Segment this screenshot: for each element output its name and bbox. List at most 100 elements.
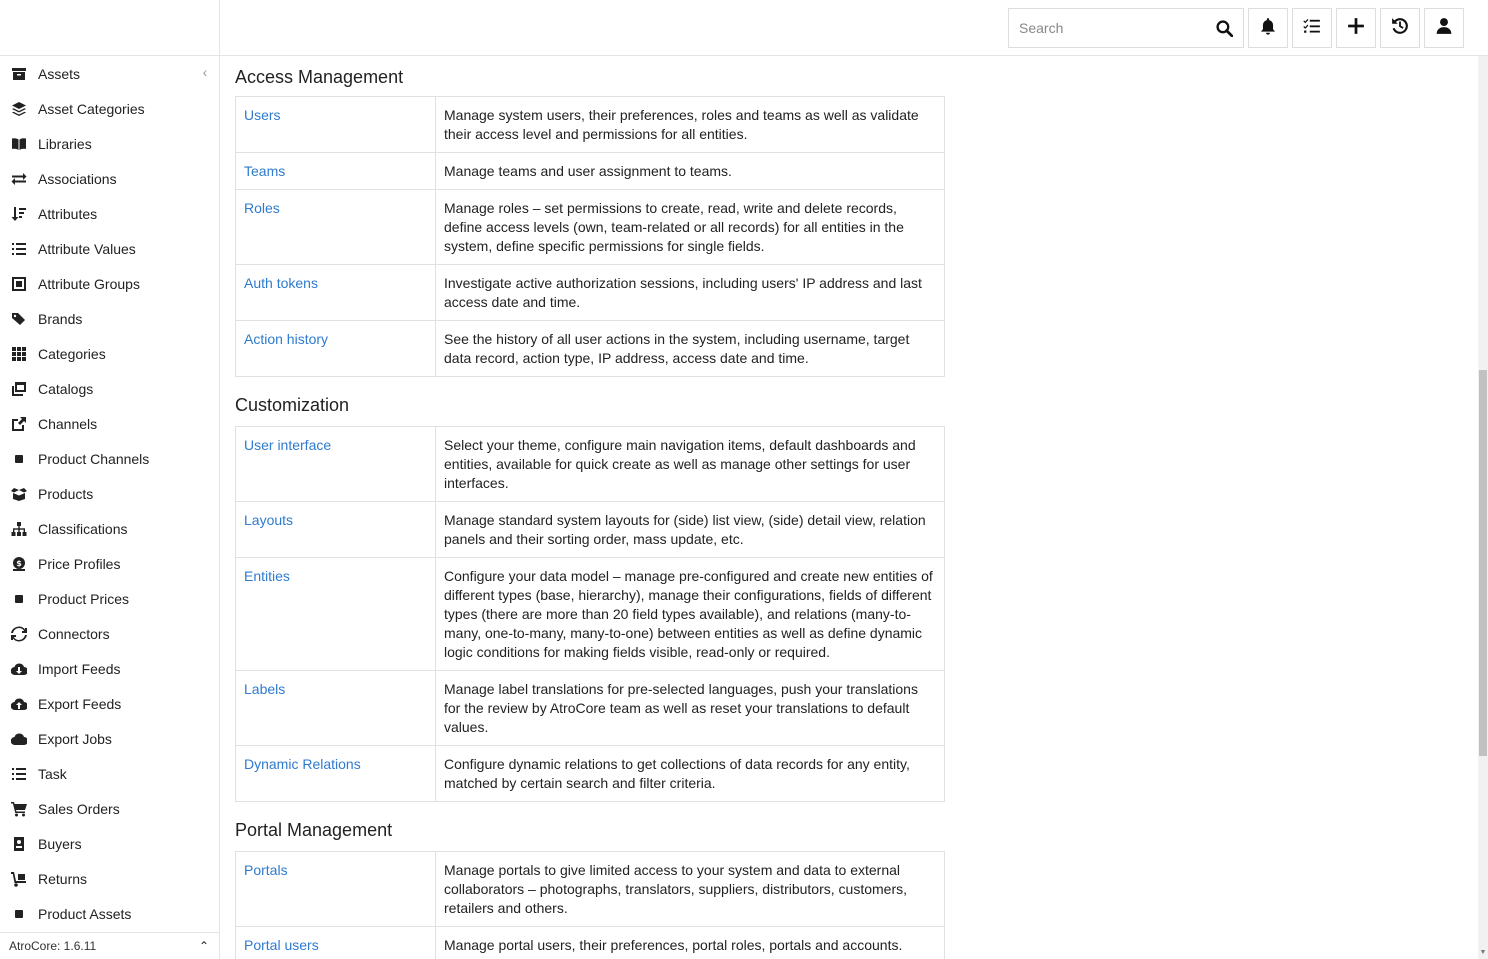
link-teams[interactable]: Teams	[244, 163, 285, 179]
link-action-history[interactable]: Action history	[244, 331, 328, 347]
link-users[interactable]: Users	[244, 107, 281, 123]
sidebar-item-attribute-values[interactable]: Attribute Values	[0, 231, 219, 266]
tasks-button[interactable]	[1292, 8, 1332, 48]
sidebar-item-attribute-groups[interactable]: Attribute Groups	[0, 266, 219, 301]
sidebar-item-label: Attributes	[38, 205, 98, 222]
scroll-down-arrow-icon[interactable]: ▼	[1479, 949, 1487, 957]
row-description: Manage standard system layouts for (side…	[435, 501, 945, 558]
sidebar-item-categories[interactable]: Categories	[0, 336, 219, 371]
link-labels[interactable]: Labels	[244, 681, 285, 697]
sidebar-item-label: Product Prices	[38, 590, 130, 607]
sidebar-item-label: Associations	[38, 170, 117, 187]
header	[220, 0, 1488, 56]
square-icon	[10, 905, 28, 923]
cloud-upload-icon	[10, 695, 28, 713]
link-layouts[interactable]: Layouts	[244, 512, 293, 528]
row-description: Manage system users, their preferences, …	[435, 96, 945, 153]
sidebar-item-label: Sales Orders	[38, 800, 120, 817]
page-scrollbar[interactable]: ▼	[1478, 56, 1488, 959]
sidebar-item-assets[interactable]: Assets	[0, 56, 219, 91]
layers-icon	[10, 100, 28, 118]
version-footer[interactable]: AtroCore: 1.6.11 ⌃	[0, 932, 219, 959]
sidebar-item-products[interactable]: Products	[0, 476, 219, 511]
sitemap-icon	[10, 520, 28, 538]
row-description: Configure dynamic relations to get colle…	[435, 745, 945, 802]
sidebar-item-label: Export Feeds	[38, 695, 122, 712]
sidebar-item-connectors[interactable]: Connectors	[0, 616, 219, 651]
link-dynamic-relations[interactable]: Dynamic Relations	[244, 756, 361, 772]
book-icon	[10, 135, 28, 153]
link-auth-tokens[interactable]: Auth tokens	[244, 275, 318, 291]
sidebar-item-associations[interactable]: Associations	[0, 161, 219, 196]
customization-table: User interface Select your theme, config…	[235, 426, 945, 802]
sidebar-item-task[interactable]: Task	[0, 756, 219, 791]
search-input[interactable]	[1009, 9, 1205, 47]
last-viewed-button[interactable]	[1380, 8, 1420, 48]
cart-icon	[10, 800, 28, 818]
sidebar-item-label: Task	[38, 765, 67, 782]
search-icon[interactable]	[1205, 9, 1243, 47]
access-management-table: Users Manage system users, their prefere…	[235, 96, 945, 377]
sidebar-item-libraries[interactable]: Libraries	[0, 126, 219, 161]
dolly-icon	[10, 870, 28, 888]
chevron-up-icon[interactable]: ⌃	[199, 939, 209, 953]
sidebar-item-product-prices[interactable]: Product Prices	[0, 581, 219, 616]
sidebar-item-price-profiles[interactable]: $ Price Profiles	[0, 546, 219, 581]
link-user-interface[interactable]: User interface	[244, 437, 331, 453]
sidebar-item-label: Attribute Groups	[38, 275, 140, 292]
logo-area	[0, 0, 219, 56]
notifications-button[interactable]	[1248, 8, 1288, 48]
sidebar-item-import-feeds[interactable]: Import Feeds	[0, 651, 219, 686]
history-icon	[1391, 17, 1409, 40]
row-description: Configure your data model – manage pre-c…	[435, 557, 945, 671]
section-title-customization: Customization	[235, 395, 350, 415]
money-icon: $	[10, 555, 28, 573]
sidebar-item-classifications[interactable]: Classifications	[0, 511, 219, 546]
link-roles[interactable]: Roles	[244, 200, 280, 216]
box-open-icon	[10, 485, 28, 503]
sidebar-item-product-channels[interactable]: Product Channels	[0, 441, 219, 476]
sidebar-item-sales-orders[interactable]: Sales Orders	[0, 791, 219, 826]
plus-icon	[1347, 17, 1365, 40]
row-description: Manage label translations for pre-select…	[435, 670, 945, 746]
svg-text:$: $	[16, 559, 22, 568]
table-row: Roles Manage roles – set permissions to …	[235, 189, 945, 265]
sidebar-item-brands[interactable]: Brands	[0, 301, 219, 336]
section-title-access-management: Access Management	[235, 67, 404, 87]
cloud-icon	[10, 730, 28, 748]
quick-create-button[interactable]	[1336, 8, 1376, 48]
sidebar-item-buyers[interactable]: Buyers	[0, 826, 219, 861]
table-row: Users Manage system users, their prefere…	[235, 96, 945, 153]
link-portals[interactable]: Portals	[244, 862, 288, 878]
section-title-portal-management: Portal Management	[235, 820, 393, 840]
sidebar-item-label: Product Channels	[38, 450, 150, 467]
sort-icon	[10, 205, 28, 223]
sidebar-item-channels[interactable]: Channels	[0, 406, 219, 441]
table-row: Teams Manage teams and user assignment t…	[235, 152, 945, 190]
windows-icon	[10, 380, 28, 398]
sidebar-item-label: Products	[38, 485, 94, 502]
user-menu-button[interactable]	[1424, 8, 1464, 48]
tasks-icon	[1303, 17, 1321, 40]
row-description: Manage roles – set permissions to create…	[435, 189, 945, 265]
sidebar-item-label: Classifications	[38, 520, 128, 537]
row-description: Investigate active authorization session…	[435, 264, 945, 321]
sidebar-item-label: Catalogs	[38, 380, 94, 397]
row-description: Manage portals to give limited access to…	[435, 851, 945, 927]
group-icon	[10, 275, 28, 293]
sidebar-item-product-assets[interactable]: Product Assets	[0, 896, 219, 931]
sidebar-item-label: Returns	[38, 870, 88, 887]
sidebar-item-attributes[interactable]: Attributes	[0, 196, 219, 231]
global-search	[1008, 8, 1244, 48]
table-row: Action history See the history of all us…	[235, 320, 945, 377]
sidebar-item-export-jobs[interactable]: Export Jobs	[0, 721, 219, 756]
sidebar-item-export-feeds[interactable]: Export Feeds	[0, 686, 219, 721]
sidebar-item-catalogs[interactable]: Catalogs	[0, 371, 219, 406]
square-icon	[10, 450, 28, 468]
scrollbar-thumb[interactable]	[1479, 370, 1487, 756]
link-entities[interactable]: Entities	[244, 568, 290, 584]
link-portal-users[interactable]: Portal users	[244, 937, 319, 953]
sidebar-item-asset-categories[interactable]: Asset Categories	[0, 91, 219, 126]
table-row: Portals Manage portals to give limited a…	[235, 851, 945, 927]
sidebar-item-returns[interactable]: Returns	[0, 861, 219, 896]
